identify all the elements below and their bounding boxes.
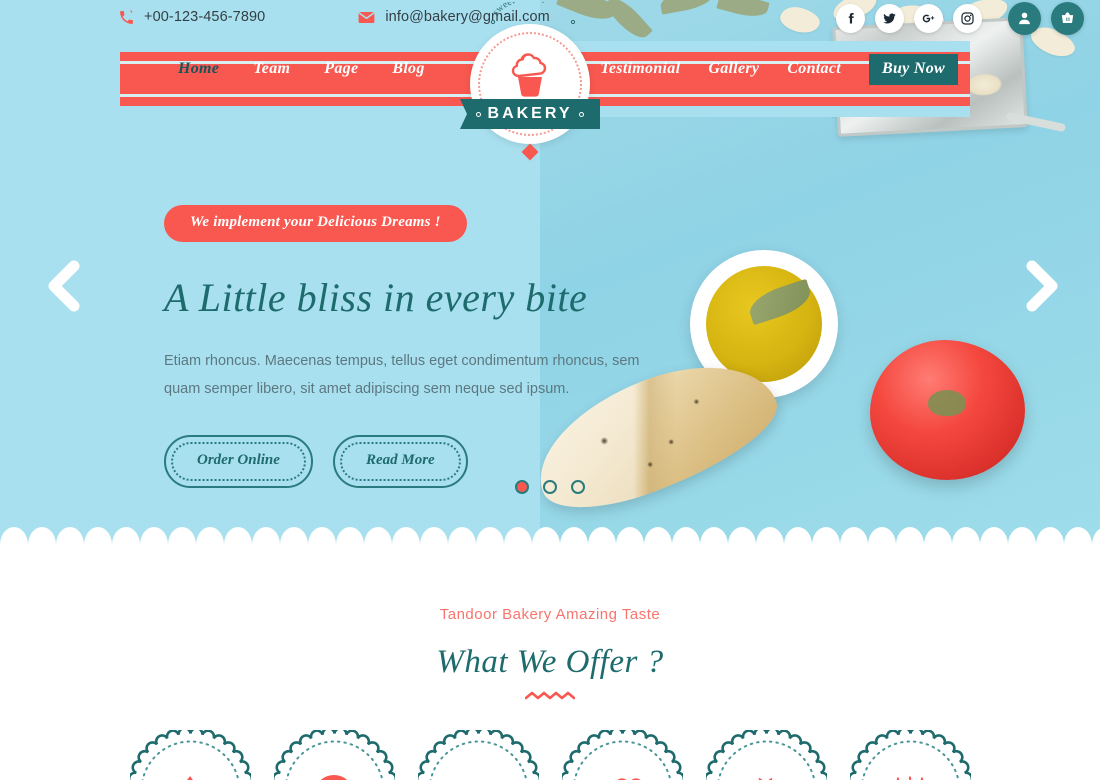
wheat-icon	[706, 730, 827, 780]
hero-badge: We implement your Delicious Dreams !	[164, 205, 467, 242]
read-more-label: Read More	[339, 442, 461, 481]
offer-subtitle: Tandoor Bakery Amazing Taste	[439, 606, 661, 623]
chevron-right-icon[interactable]	[1018, 258, 1064, 314]
nav-item-blog[interactable]: Blog	[392, 60, 424, 78]
order-online-label: Order Online	[171, 442, 306, 481]
slider-dot-1[interactable]	[515, 480, 529, 494]
site-logo[interactable]: BAKERY	[460, 24, 600, 161]
email-address: info@bakery@gmail.com	[385, 9, 550, 25]
water-drop-icon	[130, 730, 251, 780]
twitter-icon[interactable]	[875, 4, 904, 33]
buy-now-button[interactable]: Buy Now	[869, 53, 958, 85]
slider-dot-2[interactable]	[543, 480, 557, 494]
hero-content: We implement your Delicious Dreams ! A L…	[164, 205, 664, 488]
logo-text: BAKERY	[487, 105, 573, 122]
nav-links-left: Home Team Page Blog	[178, 31, 425, 107]
offer-card-list	[0, 730, 1100, 780]
offer-card-candles[interactable]	[849, 730, 971, 780]
nav-item-team[interactable]: Team	[253, 60, 290, 78]
instagram-icon[interactable]	[953, 4, 982, 33]
ribbon-dot-left	[475, 111, 481, 117]
social-links	[836, 4, 982, 33]
offer-card-wheat[interactable]	[705, 730, 827, 780]
google-plus-icon[interactable]	[914, 4, 943, 33]
offer-card-bread-slice[interactable]	[417, 730, 539, 780]
tomato-stem	[928, 390, 966, 416]
phone-number: +00-123-456-7890	[144, 9, 266, 25]
offer-card-chef-heart[interactable]	[561, 730, 683, 780]
slider-dot-3[interactable]	[571, 480, 585, 494]
nav-item-home[interactable]: Home	[178, 60, 219, 78]
what-we-offer-section: Tandoor Bakery Amazing Taste What We Off…	[0, 545, 1100, 780]
chef-heart-icon	[562, 730, 683, 780]
offer-wave-divider	[524, 691, 576, 700]
facebook-icon[interactable]	[836, 4, 865, 33]
phone-contact[interactable]: +00-123-456-7890	[118, 0, 265, 34]
nav-links-right: Testimonial Gallery Contact Buy Now	[600, 31, 958, 107]
nav-item-contact[interactable]: Contact	[787, 60, 841, 78]
cookie-icon	[274, 730, 395, 780]
nav-item-testimonial[interactable]: Testimonial	[600, 60, 680, 78]
chevron-left-icon[interactable]	[42, 258, 88, 314]
envelope-icon	[357, 8, 376, 27]
offer-title: What We Offer ?	[436, 644, 664, 680]
hero-bottom-scallop	[0, 527, 1100, 545]
logo-ribbon: BAKERY	[460, 99, 600, 129]
shopping-basket-icon[interactable]	[1051, 2, 1084, 35]
hero-title: A Little bliss in every bite	[164, 275, 588, 320]
slider-pagination	[0, 480, 1100, 494]
candles-icon	[850, 730, 971, 780]
cupcake-icon	[511, 53, 547, 97]
phone-icon	[118, 9, 135, 26]
nav-item-page[interactable]: Page	[324, 60, 358, 78]
offer-card-cookie[interactable]	[273, 730, 395, 780]
page-root: We implement your Delicious Dreams ! A L…	[0, 0, 1100, 780]
nav-item-gallery[interactable]: Gallery	[708, 60, 759, 78]
hero-description: Etiam rhoncus. Maecenas tempus, tellus e…	[164, 353, 640, 397]
user-account-icon[interactable]	[1008, 2, 1041, 35]
account-actions	[1008, 2, 1084, 35]
ribbon-dot-right	[579, 111, 585, 117]
bread-slice-icon	[418, 730, 539, 780]
offer-card-water-drop[interactable]	[129, 730, 251, 780]
